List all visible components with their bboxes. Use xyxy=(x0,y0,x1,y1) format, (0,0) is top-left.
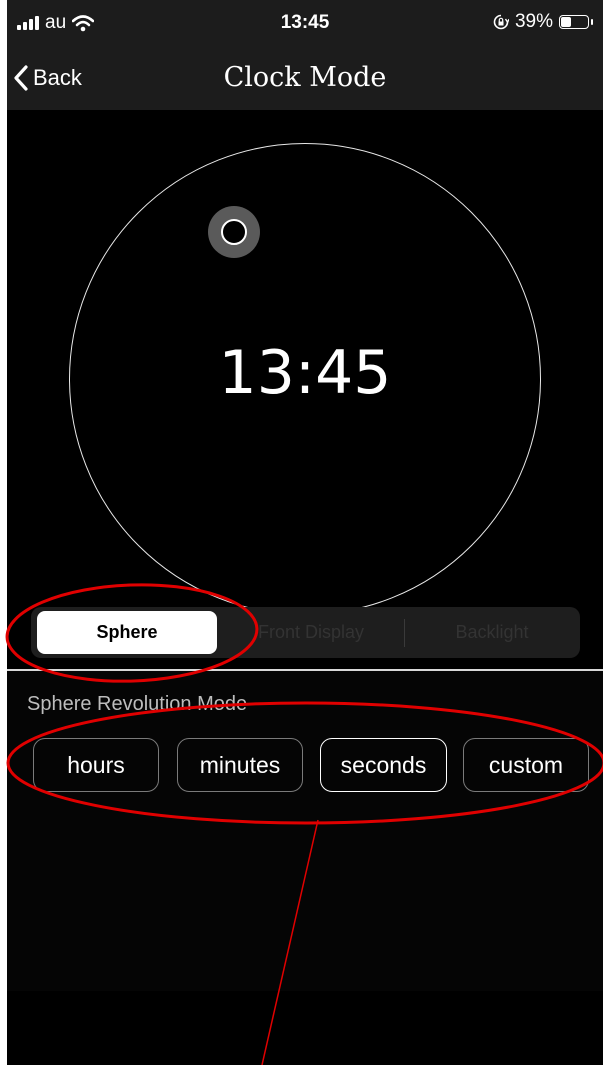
revolution-mode-label: Sphere Revolution Mode xyxy=(27,693,248,715)
segment-sphere[interactable]: Sphere xyxy=(37,611,217,654)
orientation-lock-icon xyxy=(493,14,509,30)
segment-front-display[interactable]: Front Display xyxy=(221,607,401,658)
app-screen: au 13:45 39% Back Clock Mode 13:45 Spher… xyxy=(7,0,603,1065)
navigation-bar: Back Clock Mode xyxy=(7,50,603,110)
page-title: Clock Mode xyxy=(223,62,387,93)
mode-custom-button[interactable]: custom xyxy=(463,738,589,792)
segment-divider xyxy=(404,619,405,647)
mode-minutes-button[interactable]: minutes xyxy=(177,738,303,792)
clock-preview: 13:45 xyxy=(7,110,603,615)
battery-level xyxy=(561,17,571,27)
sphere-position-marker[interactable] xyxy=(208,206,260,258)
display-segmented-control: Sphere Front Display Backlight xyxy=(31,607,580,658)
status-bar: au 13:45 39% xyxy=(7,0,603,50)
revolution-mode-section: Sphere Revolution Mode hours minutes sec… xyxy=(7,671,603,991)
battery-percent: 39% xyxy=(514,11,553,32)
battery-icon xyxy=(559,15,593,29)
clock-time: 13:45 xyxy=(218,338,392,408)
mode-seconds-button[interactable]: seconds xyxy=(320,738,447,792)
segment-backlight[interactable]: Backlight xyxy=(407,607,577,658)
mode-hours-button[interactable]: hours xyxy=(33,738,159,792)
status-right: 39% xyxy=(493,11,593,33)
